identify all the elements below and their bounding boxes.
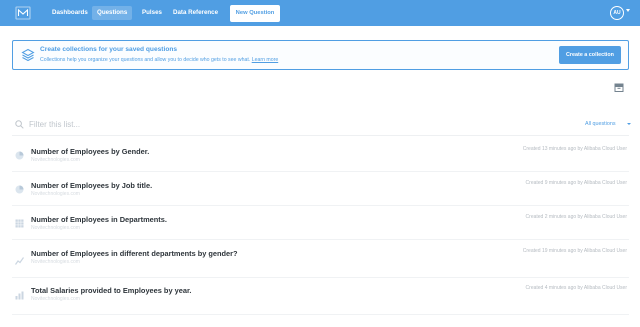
nav-pulses[interactable]: Pulses	[137, 6, 167, 20]
question-database: Novitechnologies.com	[31, 225, 80, 231]
banner-title: Create collections for your saved questi…	[40, 46, 178, 53]
question-meta: Created 4 minutes ago by Alibaba Cloud U…	[525, 285, 627, 291]
collections-banner: Create collections for your saved questi…	[12, 40, 629, 70]
question-meta: Created 9 minutes ago by Alibaba Cloud U…	[525, 180, 627, 186]
question-database: Novitechnologies.com	[31, 191, 80, 197]
question-title[interactable]: Number of Employees in Departments.	[31, 215, 167, 224]
bar-chart-icon	[15, 291, 24, 300]
pie-chart-icon	[15, 151, 24, 160]
banner-description: Collections help you organize your quest…	[40, 57, 278, 63]
question-title[interactable]: Total Salaries provided to Employees by …	[31, 286, 191, 295]
top-nav: Dashboards Questions Pulses Data Referen…	[0, 0, 640, 26]
filter-input[interactable]	[29, 118, 279, 131]
create-collection-button[interactable]: Create a collection	[559, 46, 621, 64]
nav-data-reference[interactable]: Data Reference	[168, 6, 223, 20]
nav-dashboards[interactable]: Dashboards	[47, 6, 93, 20]
table-icon	[15, 219, 24, 228]
nav-questions[interactable]: Questions	[92, 6, 133, 20]
divider	[12, 135, 629, 136]
question-row[interactable]: Number of Employees by Gender. Novitechn…	[12, 138, 629, 172]
question-meta: Created 2 minutes ago by Alibaba Cloud U…	[525, 214, 627, 220]
archive-icon[interactable]	[614, 83, 624, 92]
question-meta: Created 19 minutes ago by Alibaba Cloud …	[522, 248, 627, 254]
banner-description-text: Collections help you organize your quest…	[40, 57, 251, 63]
pie-chart-icon	[15, 185, 24, 194]
user-avatar[interactable]: AU	[610, 6, 624, 20]
question-row[interactable]: Number of Employees in different departm…	[12, 240, 629, 278]
chevron-down-icon[interactable]	[626, 9, 630, 12]
line-chart-icon	[15, 257, 24, 265]
new-question-button[interactable]: New Question	[230, 5, 280, 22]
metabase-logo-icon[interactable]	[15, 6, 31, 20]
question-title[interactable]: Number of Employees by Gender.	[31, 147, 149, 156]
question-title[interactable]: Number of Employees in different departm…	[31, 249, 238, 258]
question-row[interactable]: Number of Employees in Departments. Novi…	[12, 206, 629, 240]
question-database: Novitechnologies.com	[31, 259, 80, 265]
question-row[interactable]: Number of Employees by Job title. Novite…	[12, 172, 629, 206]
question-title[interactable]: Number of Employees by Job title.	[31, 181, 152, 190]
chevron-down-icon[interactable]	[627, 123, 631, 125]
question-database: Novitechnologies.com	[31, 296, 80, 302]
search-icon	[15, 120, 24, 129]
question-meta: Created 13 minutes ago by Alibaba Cloud …	[522, 146, 627, 152]
question-row[interactable]: Total Salaries provided to Employees by …	[12, 277, 629, 315]
question-scope-dropdown[interactable]: All questions	[585, 121, 616, 127]
stack-icon	[21, 48, 35, 62]
learn-more-link[interactable]: Learn more	[252, 57, 279, 63]
question-database: Novitechnologies.com	[31, 157, 80, 163]
